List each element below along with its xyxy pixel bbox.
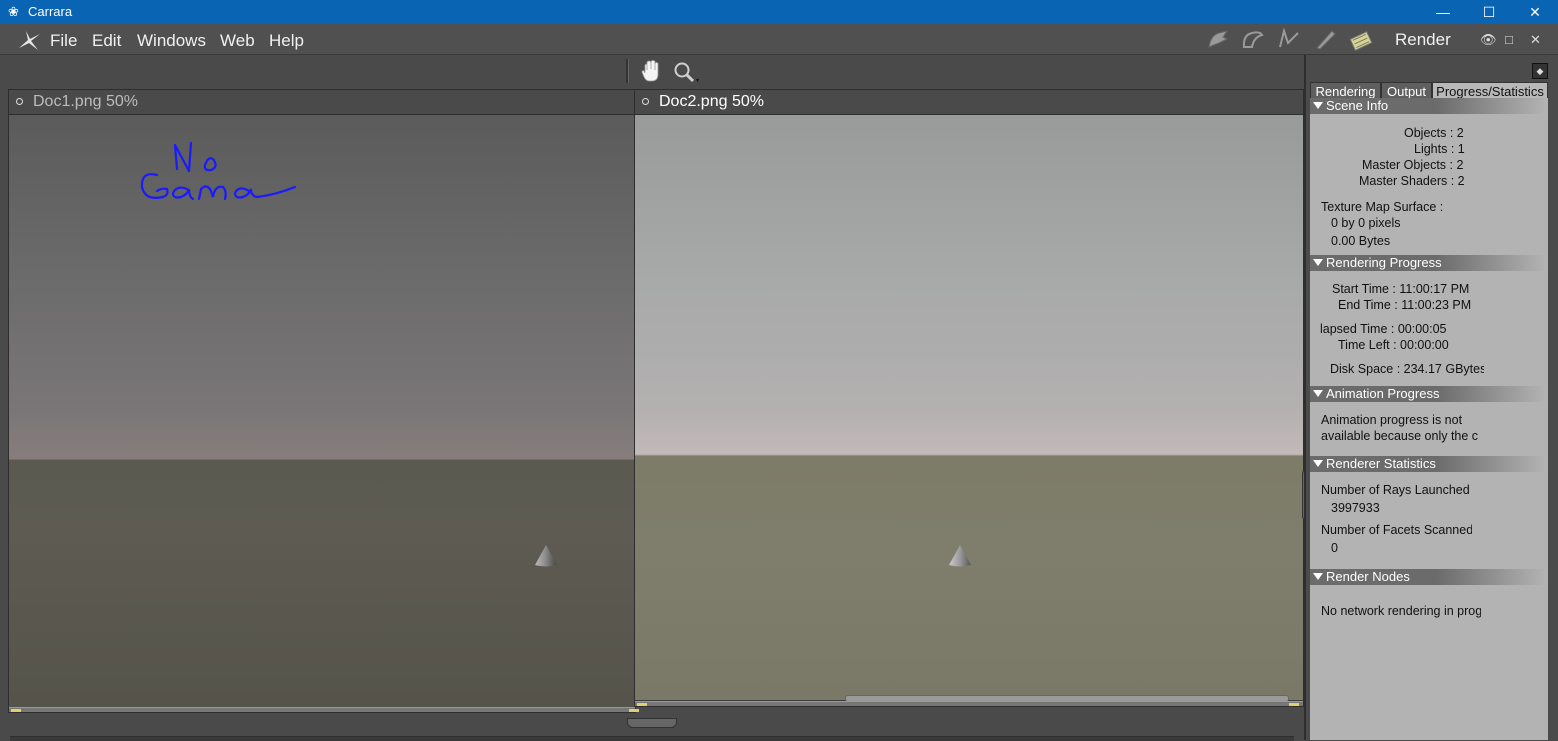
menu-file[interactable]: File	[50, 31, 77, 51]
doc1-marker-left	[11, 709, 21, 712]
doc1-window: Doc1.png 50%	[8, 89, 639, 713]
time-left: Time Left : 00:00:00	[1338, 338, 1449, 352]
texture-room-icon[interactable]	[1312, 27, 1338, 51]
panel-maximize-icon[interactable]: □	[1505, 32, 1513, 47]
progress-statistics-content: Scene Info Objects : 2 Lights : 1 Master…	[1310, 98, 1548, 740]
window-title: Carrara	[28, 4, 73, 19]
cone-object	[949, 545, 971, 567]
menu-edit[interactable]: Edit	[92, 31, 121, 51]
doc1-title: Doc1.png 50%	[33, 93, 138, 110]
section-title: Rendering Progress	[1326, 255, 1442, 270]
doc2-header[interactable]: Doc2.png 50%	[635, 90, 1303, 115]
doc1-close-dot[interactable]	[16, 98, 23, 105]
section-title: Scene Info	[1326, 98, 1389, 113]
doc2-marker-right	[1289, 703, 1299, 706]
lights-count: Lights : 1	[1414, 142, 1465, 156]
tab-progress-statistics[interactable]: Progress/Statistics	[1432, 82, 1548, 99]
section-render-nodes[interactable]: Render Nodes	[1310, 569, 1546, 585]
end-time: End Time : 11:00:23 PM	[1338, 298, 1472, 312]
disk-space: Disk Space : 234.17 GBytes	[1330, 362, 1484, 376]
doc2-window: Doc2.png 50%	[634, 89, 1304, 707]
collapse-triangle-icon	[1313, 390, 1323, 398]
doc1-marker-right	[629, 709, 639, 712]
elapsed-time: lapsed Time : 00:00:05	[1320, 322, 1447, 336]
start-time: Start Time : 11:00:17 PM	[1332, 282, 1470, 296]
panel-collapse-icon[interactable]: ◆	[1532, 63, 1548, 79]
section-animation-progress[interactable]: Animation Progress	[1310, 386, 1546, 402]
maximize-button[interactable]: ☐	[1466, 0, 1512, 24]
section-rendering-progress[interactable]: Rendering Progress	[1310, 255, 1546, 271]
master-shaders-count: Master Shaders : 2	[1359, 174, 1465, 188]
collapse-triangle-icon	[1313, 259, 1323, 267]
texture-map-label: Texture Map Surface :	[1321, 200, 1444, 214]
hand-pan-icon[interactable]	[640, 59, 662, 83]
render-nodes-text: No network rendering in progress	[1321, 604, 1481, 618]
master-objects-count: Master Objects : 2	[1362, 158, 1464, 172]
collapse-triangle-icon	[1313, 102, 1323, 110]
doc2-close-dot[interactable]	[642, 98, 649, 105]
window-titlebar: ❀ Carrara — ☐ ✕	[0, 0, 1558, 24]
room-title: Render	[1395, 30, 1451, 49]
bottom-tray	[0, 718, 1304, 741]
animation-progress-text-1: Animation progress is not	[1321, 413, 1463, 427]
model-room-icon[interactable]	[1240, 27, 1266, 51]
collapse-triangle-icon	[1313, 460, 1323, 468]
render-room-icon[interactable]	[1348, 27, 1374, 51]
doc2-title: Doc2.png 50%	[659, 93, 764, 110]
eye-icon[interactable]: 👁	[1480, 32, 1497, 48]
facets-scanned-value: 0	[1331, 541, 1338, 555]
section-title: Animation Progress	[1326, 386, 1440, 401]
doc2-render-image	[635, 115, 1303, 700]
menu-windows[interactable]: Windows	[137, 31, 206, 51]
rays-launched-label: Number of Rays Launched	[1321, 483, 1470, 497]
facets-scanned-label: Number of Facets Scanned	[1321, 523, 1472, 537]
handwritten-annotation	[140, 141, 297, 201]
carrara-app-icon: ❀	[8, 4, 19, 19]
doc1-header[interactable]: Doc1.png 50%	[9, 90, 635, 115]
cone-object	[535, 545, 557, 567]
section-scene-info[interactable]: Scene Info	[1310, 98, 1546, 114]
view-toolbar	[0, 55, 1304, 87]
menu-bar: File Edit Windows Web Help Render 👁 □ ✕	[0, 24, 1558, 55]
doc1-footer	[9, 707, 639, 712]
carrara-logo-icon[interactable]	[16, 28, 42, 52]
animation-progress-text-2: available because only the c	[1321, 429, 1479, 443]
menu-help[interactable]: Help	[269, 31, 304, 51]
tray-field	[10, 736, 1294, 741]
objects-count: Objects : 2	[1404, 126, 1464, 140]
section-title: Renderer Statistics	[1326, 456, 1436, 471]
section-title: Render Nodes	[1326, 569, 1410, 584]
assemble-room-icon[interactable]	[1205, 27, 1231, 51]
tray-drag-handle[interactable]	[627, 718, 677, 728]
tab-output[interactable]: Output	[1381, 82, 1432, 99]
menu-web[interactable]: Web	[220, 31, 255, 51]
section-renderer-statistics[interactable]: Renderer Statistics	[1310, 456, 1546, 472]
collapse-triangle-icon	[1313, 573, 1323, 581]
minimize-button[interactable]: —	[1420, 0, 1466, 24]
doc1-render-image	[9, 115, 635, 708]
texture-map-size: 0 by 0 pixels	[1331, 216, 1401, 230]
doc2-footer	[635, 701, 1303, 706]
rays-launched-value: 3997933	[1331, 501, 1380, 515]
toolbar-separator	[626, 59, 629, 83]
storyboard-room-icon[interactable]	[1276, 27, 1302, 51]
panel-close-icon[interactable]: ✕	[1530, 32, 1541, 48]
tab-rendering[interactable]: Rendering	[1310, 82, 1381, 99]
close-button[interactable]: ✕	[1512, 0, 1558, 24]
panel-tabs: Rendering Output Progress/Statistics	[1310, 82, 1548, 99]
texture-map-bytes: 0.00 Bytes	[1331, 234, 1391, 248]
doc2-marker-left	[637, 703, 647, 706]
zoom-magnifier-icon[interactable]	[672, 60, 700, 84]
